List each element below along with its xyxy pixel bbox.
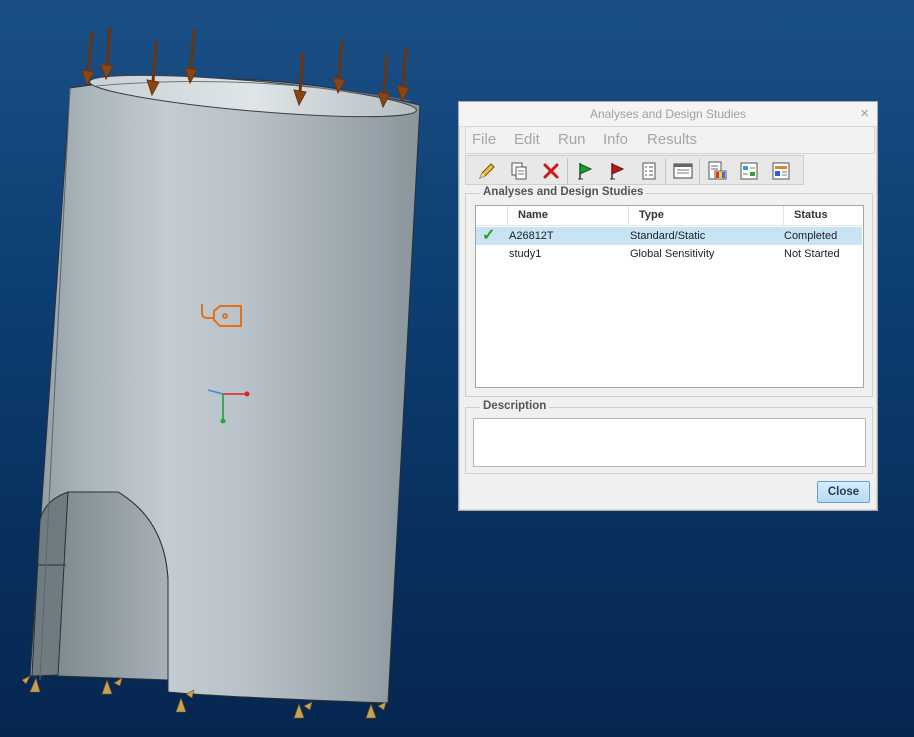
load-arrow bbox=[396, 47, 410, 103]
row-name: study1 bbox=[509, 248, 542, 260]
menu-file[interactable]: File bbox=[472, 127, 496, 153]
row-status: Completed bbox=[784, 230, 838, 242]
load-arrow bbox=[81, 31, 95, 87]
analyses-dialog: Analyses and Design Studies × File Edit … bbox=[458, 101, 878, 511]
stop-flag-icon[interactable] bbox=[604, 159, 630, 183]
menu-edit[interactable]: Edit bbox=[514, 127, 540, 153]
check-icon: ✓ bbox=[482, 227, 496, 244]
menu-results[interactable]: Results bbox=[647, 127, 697, 153]
menu-bar: File Edit Run Info Results bbox=[465, 126, 875, 154]
load-arrow bbox=[184, 28, 198, 85]
analyses-group: Analyses and Design Studies Name Type St… bbox=[465, 186, 873, 397]
menu-run[interactable]: Run bbox=[558, 127, 586, 153]
delete-icon[interactable] bbox=[538, 159, 564, 183]
load-arrow bbox=[100, 26, 114, 81]
close-button[interactable]: Close bbox=[817, 481, 870, 503]
compare-icon[interactable] bbox=[736, 159, 762, 183]
row-name: A26812T bbox=[509, 230, 554, 242]
cylinder-model bbox=[29, 74, 421, 704]
row-status: Not Started bbox=[784, 248, 840, 260]
constraint-marker bbox=[21, 675, 31, 685]
menu-info[interactable]: Info bbox=[603, 127, 628, 153]
constraint-marker bbox=[113, 677, 123, 687]
results-icon[interactable] bbox=[704, 159, 730, 183]
column-type[interactable]: Type bbox=[629, 206, 784, 225]
analyses-group-label: Analyses and Design Studies bbox=[480, 186, 647, 198]
constraint-marker bbox=[101, 679, 113, 695]
description-label: Description bbox=[480, 400, 550, 412]
constraint-marker bbox=[293, 703, 305, 719]
start-flag-icon[interactable] bbox=[572, 159, 598, 183]
row-type: Global Sensitivity bbox=[630, 248, 715, 260]
column-name[interactable]: Name bbox=[508, 206, 629, 225]
dialog-titlebar[interactable]: Analyses and Design Studies × bbox=[459, 102, 877, 127]
close-icon[interactable]: × bbox=[860, 102, 869, 126]
table-row[interactable]: ✓ A26812T Standard/Static Completed bbox=[476, 227, 862, 245]
column-status[interactable]: Status bbox=[784, 206, 863, 225]
constraint-marker bbox=[29, 677, 41, 693]
constraint-marker bbox=[303, 701, 313, 711]
status-list-icon[interactable] bbox=[636, 159, 662, 183]
table-row[interactable]: study1 Global Sensitivity Not Started bbox=[476, 245, 862, 263]
dialog-title: Analyses and Design Studies bbox=[589, 107, 747, 121]
info-panel-icon[interactable] bbox=[670, 159, 696, 183]
column-check bbox=[476, 206, 508, 225]
description-field[interactable] bbox=[473, 418, 866, 467]
table-header: Name Type Status bbox=[476, 206, 863, 226]
toolbar bbox=[465, 155, 804, 185]
copy-icon[interactable] bbox=[506, 159, 532, 183]
export-icon[interactable] bbox=[768, 159, 794, 183]
analyses-table[interactable]: Name Type Status ✓ A26812T Standard/Stat… bbox=[475, 205, 864, 388]
load-arrow bbox=[332, 39, 346, 95]
description-group: Description bbox=[465, 400, 873, 474]
constraint-marker bbox=[365, 703, 377, 719]
constraint-marker bbox=[175, 697, 187, 713]
row-type: Standard/Static bbox=[630, 230, 706, 242]
pencil-icon[interactable] bbox=[474, 159, 500, 183]
